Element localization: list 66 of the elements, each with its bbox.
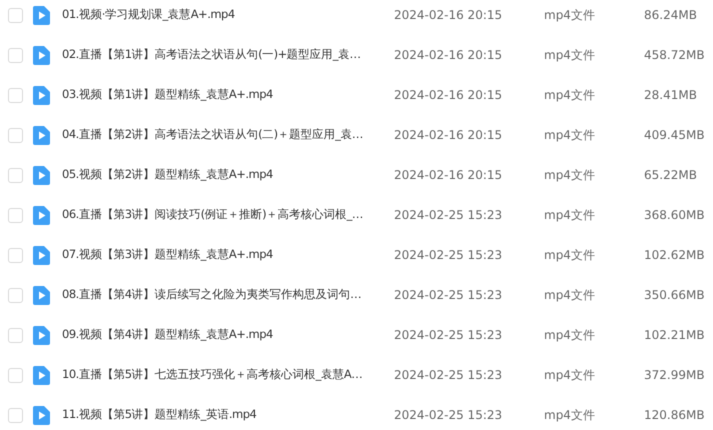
checkbox[interactable]	[8, 88, 23, 102]
file-type: mp4文件	[544, 367, 596, 384]
video-file-icon	[33, 126, 50, 144]
file-size: 86.24MB	[644, 7, 697, 24]
file-name[interactable]: 08.直播【第4讲】读后续写之化险为夷类写作构思及词句…	[62, 286, 382, 304]
file-type: mp4文件	[544, 87, 596, 104]
checkbox[interactable]	[8, 168, 23, 182]
file-type: mp4文件	[544, 167, 596, 184]
modified-date: 2024-02-16 20:15	[394, 47, 504, 64]
video-file-icon	[33, 166, 50, 184]
checkbox[interactable]	[8, 48, 23, 62]
file-type: mp4文件	[544, 407, 596, 424]
checkbox[interactable]	[8, 128, 23, 142]
file-size: 102.21MB	[644, 327, 705, 344]
file-type: mp4文件	[544, 327, 596, 344]
file-name[interactable]: 09.视频【第4讲】题型精练_袁慧A+.mp4	[62, 326, 382, 344]
file-size: 458.72MB	[644, 47, 705, 64]
file-size: 409.45MB	[644, 127, 705, 144]
file-type: mp4文件	[544, 207, 596, 224]
modified-date: 2024-02-25 15:23	[394, 247, 504, 264]
modified-date: 2024-02-25 15:23	[394, 327, 504, 344]
checkbox[interactable]	[8, 328, 23, 342]
file-name[interactable]: 06.直播【第3讲】阅读技巧(例证＋推断)＋高考核心词根_…	[62, 206, 382, 224]
file-size: 368.60MB	[644, 207, 705, 224]
checkbox[interactable]	[8, 408, 23, 422]
modified-date: 2024-02-25 15:23	[394, 287, 504, 304]
modified-date: 2024-02-25 15:23	[394, 207, 504, 224]
video-file-icon	[33, 286, 50, 304]
modified-date: 2024-02-16 20:15	[394, 167, 504, 184]
video-file-icon	[33, 366, 50, 384]
file-type: mp4文件	[544, 7, 596, 24]
file-size: 102.62MB	[644, 247, 705, 264]
modified-date: 2024-02-16 20:15	[394, 87, 504, 104]
checkbox[interactable]	[8, 368, 23, 382]
file-name[interactable]: 01.视频·学习规划课_袁慧A+.mp4	[62, 6, 382, 24]
modified-date: 2024-02-16 20:15	[394, 7, 504, 24]
file-size: 28.41MB	[644, 87, 697, 104]
video-file-icon	[33, 86, 50, 104]
video-file-icon	[33, 46, 50, 64]
video-file-icon	[33, 246, 50, 264]
video-file-icon	[33, 406, 50, 424]
modified-date: 2024-02-25 15:23	[394, 407, 504, 424]
video-file-icon	[33, 206, 50, 224]
checkbox[interactable]	[8, 208, 23, 222]
file-name[interactable]: 05.视频【第2讲】题型精练_袁慧A+.mp4	[62, 166, 382, 184]
file-size: 120.86MB	[644, 407, 705, 424]
video-file-icon	[33, 326, 50, 344]
file-name[interactable]: 02.直播【第1讲】高考语法之状语从句(一)+题型应用_袁…	[62, 46, 382, 64]
video-file-icon	[33, 6, 50, 24]
file-name[interactable]: 07.视频【第3讲】题型精练_袁慧A+.mp4	[62, 246, 382, 264]
file-type: mp4文件	[544, 127, 596, 144]
file-name[interactable]: 11.视频【第5讲】题型精练_英语.mp4	[62, 406, 382, 424]
file-size: 65.22MB	[644, 167, 697, 184]
modified-date: 2024-02-25 15:23	[394, 367, 504, 384]
checkbox[interactable]	[8, 8, 23, 22]
checkbox[interactable]	[8, 288, 23, 302]
file-name[interactable]: 03.视频【第1讲】题型精练_袁慧A+.mp4	[62, 86, 382, 104]
file-name[interactable]: 04.直播【第2讲】高考语法之状语从句(二)＋题型应用_袁…	[62, 126, 382, 144]
file-name[interactable]: 10.直播【第5讲】七选五技巧强化＋高考核心词根_袁慧A…	[62, 366, 382, 384]
checkbox[interactable]	[8, 248, 23, 262]
modified-date: 2024-02-16 20:15	[394, 127, 504, 144]
file-size: 372.99MB	[644, 367, 705, 384]
file-type: mp4文件	[544, 287, 596, 304]
file-size: 350.66MB	[644, 287, 705, 304]
file-type: mp4文件	[544, 47, 596, 64]
file-type: mp4文件	[544, 247, 596, 264]
